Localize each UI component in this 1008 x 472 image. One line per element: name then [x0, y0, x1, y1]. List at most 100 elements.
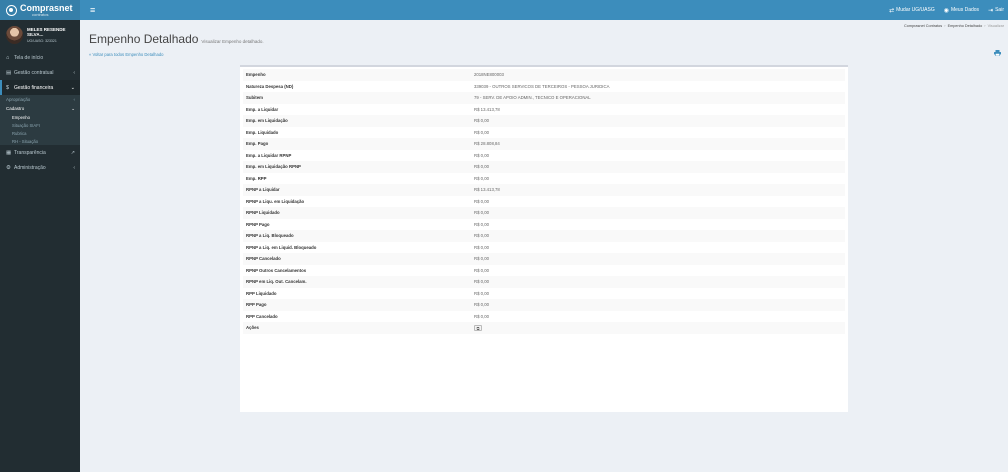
detail-value: R$ 0,00	[474, 244, 490, 250]
sidebar-item-financial-management[interactable]: $ Gestão financeira ⌄	[0, 80, 80, 95]
actions-label: Ações	[243, 322, 471, 334]
detail-label: Natureza Despesa (ND)	[246, 83, 294, 89]
breadcrumb: Comprasnet Contratos › Empenho Detalhado…	[903, 24, 1004, 28]
page-subtitle: Visualizar Empenho detalhado.	[201, 39, 264, 44]
my-data-link[interactable]: ◉ Meus Dados	[944, 7, 979, 14]
sidebar-item-contract-management[interactable]: ▤ Gestão contratual ‹	[0, 65, 80, 80]
print-icon[interactable]	[994, 50, 1001, 56]
switch-icon: ⇄	[889, 7, 895, 14]
table-icon: ▦	[6, 149, 12, 156]
table-row: Emp. em Liquidação RPNP R$ 0,00	[243, 161, 845, 173]
avatar	[6, 26, 23, 44]
table-row: RPNP Outros Cancelamentos R$ 0,00	[243, 265, 845, 277]
detail-value: R$ 0,00	[471, 299, 845, 311]
detail-label: RPNP Outros Cancelamentos	[246, 267, 307, 273]
logout-label: Sair	[995, 7, 1004, 13]
table-row: Natureza Despesa (ND) 339039 - OUTROS SER…	[243, 81, 845, 93]
table-row: RPNP em Liq. Out. Cancelam. R$ 0,00	[243, 276, 845, 288]
breadcrumb-home[interactable]: Comprasnet Contratos	[904, 24, 942, 28]
detail-label: RPNP Liquidado	[243, 207, 471, 219]
detail-value: 79 - SERV. DE APOIO ADMIN., TECNICO E OP…	[471, 92, 845, 104]
detail-value: 339039 - OUTROS SERVICOS DE TERCEIROS - …	[474, 83, 610, 89]
breadcrumb-current: Visualizar	[987, 24, 1004, 28]
table-row: Emp. a Liquidar R$ 13.413,78	[243, 104, 845, 116]
detail-label: Emp. RPP	[246, 175, 267, 181]
sidebar-item-appropriation[interactable]: Apropriação ‹	[0, 95, 80, 104]
switch-ug-link[interactable]: ⇄ Mudar UG/UASG	[889, 7, 935, 14]
home-icon: ⌂	[6, 54, 10, 61]
logout-link[interactable]: ⇥ Sair	[988, 7, 1004, 14]
user-name: MELES RESENDE SILVA...	[27, 27, 66, 37]
top-header: Comprasnet contratos ≡ ⇄ Mudar UG/UASG ◉…	[0, 0, 1008, 20]
sidebar-menu: ⌂ Tela de início ▤ Gestão contratual ‹ $…	[0, 50, 80, 175]
detail-value: R$ 0,00	[474, 221, 490, 227]
chevron-down-icon: ⌄	[71, 105, 75, 111]
external-link-icon: ↗	[70, 149, 75, 156]
table-row: RPNP Cancelado R$ 0,00	[243, 253, 845, 265]
detail-value: R$ 0,00	[474, 313, 490, 319]
sidebar-item-hr-status[interactable]: RH - Situação	[0, 137, 80, 145]
brand-subtitle: contratos	[32, 11, 49, 17]
sidebar-item-label: Administração	[14, 164, 46, 171]
detail-box: Empenho 2018NE800003 Natureza Despesa (ND)…	[240, 65, 848, 412]
table-row: RPNP a Liq. Bloqueado R$ 0,00	[243, 230, 845, 242]
detail-label: Subitem	[243, 92, 471, 104]
table-row: RPNP a Liquidar R$ 13.413,78	[243, 184, 845, 196]
detail-label: RPNP Cancelado	[243, 253, 471, 265]
gear-icon: ⚙	[6, 164, 11, 171]
table-row: Emp. RPP R$ 0,00	[243, 173, 845, 185]
sidebar-item-label: Apropriação	[6, 97, 31, 102]
sidebar: MELES RESENDE SILVA... UG/UASG: 323321 ⌂…	[0, 20, 80, 472]
page-title: Empenho Detalhado	[89, 32, 199, 46]
detail-label: RPNP a Liquidar	[243, 184, 471, 196]
detail-value: R$ 0,00	[474, 198, 490, 204]
copy-icon[interactable]: ⧉	[474, 324, 482, 331]
detail-value: R$ 0,00	[471, 115, 845, 127]
sidebar-item-administration[interactable]: ⚙ Administração ‹	[0, 160, 80, 175]
detail-value: 2018NE800003	[471, 69, 845, 81]
back-link[interactable]: « Voltar para todos Empenho Detalhado	[89, 52, 164, 57]
table-row: RPNP a Liqu. em Liquidação R$ 0,00	[243, 196, 845, 208]
page-header: Empenho Detalhado Visualizar Empenho det…	[89, 32, 264, 46]
detail-label: Emp. a Liquidar	[246, 106, 279, 112]
table-row: RPP Cancelado R$ 0,00	[243, 311, 845, 323]
detail-value: R$ 0,00	[471, 253, 845, 265]
sidebar-item-label: Tela de início	[14, 54, 44, 61]
detail-value: R$ 13.413,78	[474, 106, 500, 112]
detail-label: Emp. em Liquidação RPNP	[243, 161, 471, 173]
sidebar-item-label: Cadastro	[6, 106, 25, 111]
sidebar-item-label: Transparência	[14, 149, 46, 156]
detail-label: Emp. Pago	[243, 138, 471, 150]
breadcrumb-section[interactable]: Empenho Detalhado	[948, 24, 983, 28]
detail-label: RPNP a Liq. Bloqueado	[243, 230, 471, 242]
brand-logo[interactable]: Comprasnet contratos	[0, 0, 80, 20]
table-row: RPNP Pago R$ 0,00	[243, 219, 845, 231]
actions-row: Ações ⧉	[243, 322, 845, 334]
sidebar-item-transparency[interactable]: ▦ Transparência ↗	[0, 145, 80, 160]
sidebar-item-registration[interactable]: Cadastro ⌄	[0, 104, 80, 113]
sidebar-item-home[interactable]: ⌂ Tela de início	[0, 50, 80, 65]
sidebar-item-siafi-status[interactable]: Situação SIAFI	[0, 121, 80, 129]
detail-label: RPNP a Liqu. em Liquidação	[246, 198, 305, 204]
detail-label: RPNP em Liq. Out. Cancelam.	[243, 276, 471, 288]
detail-label: Emp. em Liquidação	[243, 115, 471, 127]
menu-toggle-icon[interactable]: ≡	[90, 5, 95, 15]
detail-label: RPP Cancelado	[246, 313, 278, 319]
financial-submenu: Apropriação ‹ Cadastro ⌄ Empenho Situaçã…	[0, 95, 80, 145]
user-unit: UG/UASG: 323321	[27, 39, 57, 43]
detail-label: Emp. Liquidado	[246, 129, 279, 135]
detail-table: Empenho 2018NE800003 Natureza Despesa (ND)…	[243, 69, 845, 334]
detail-value: R$ 0,00	[474, 290, 490, 296]
chevron-left-icon: ‹	[73, 164, 75, 171]
sidebar-item-commitment[interactable]: Empenho	[0, 113, 80, 121]
chevron-left-icon: ‹	[73, 69, 75, 76]
detail-value: R$ 0,00	[471, 161, 845, 173]
sidebar-item-rubric[interactable]: Rubrica	[0, 129, 80, 137]
table-row: RPP Liquidado R$ 0,00	[243, 288, 845, 300]
table-row: Emp. Pago R$ 28.808,84	[243, 138, 845, 150]
table-row: Empenho 2018NE800003	[243, 69, 845, 81]
table-row: Emp. em Liquidação R$ 0,00	[243, 115, 845, 127]
chevron-left-icon: ‹	[73, 97, 76, 102]
main-content: Comprasnet Contratos › Empenho Detalhado…	[80, 20, 1008, 472]
table-row: Emp. a Liquidar RPNP R$ 0,00	[243, 150, 845, 162]
